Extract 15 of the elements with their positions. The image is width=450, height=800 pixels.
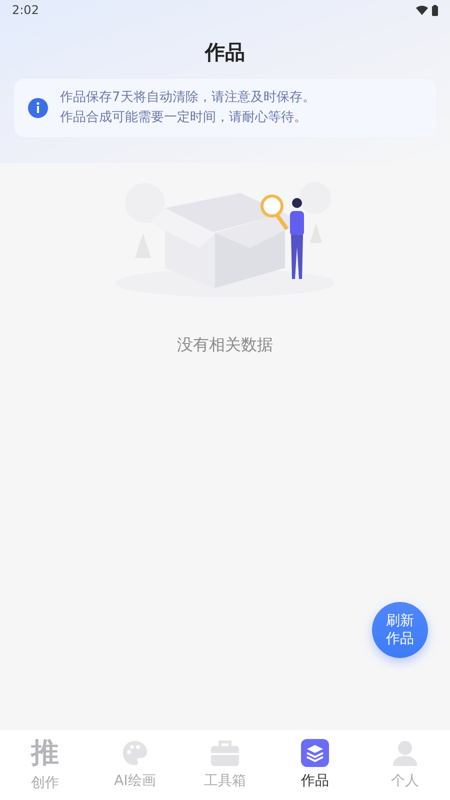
notice-text: 作品保存7天将自动清除，请注意及时保存。	[60, 89, 316, 107]
status-time: 2:02	[12, 2, 39, 19]
notice-text: 作品合成可能需要一定时间，请耐心等待。	[60, 109, 308, 127]
battery-icon	[432, 4, 438, 16]
tab-glyph-icon: 推	[31, 736, 59, 768]
refresh-button[interactable]: 刷新作品	[372, 602, 428, 658]
tab-item[interactable]: AI绘画	[90, 730, 180, 800]
tab-item[interactable]: 作品	[270, 730, 360, 800]
wifi-icon	[416, 5, 428, 15]
tab-item[interactable]: 工具箱	[180, 730, 270, 800]
info-icon	[28, 98, 48, 118]
page-title: 作品	[205, 39, 245, 65]
tab-item[interactable]: 个人	[360, 730, 450, 800]
empty-message: 没有相关数据	[177, 334, 273, 356]
tab-item[interactable]: 推 创作	[0, 730, 90, 800]
